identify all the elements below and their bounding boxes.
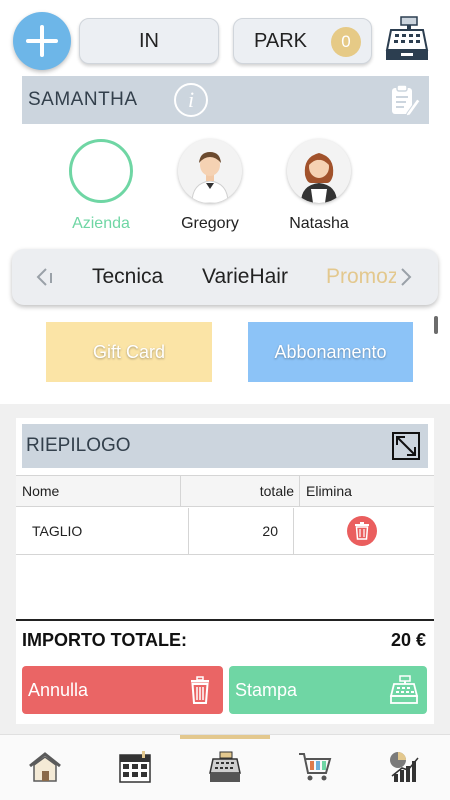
trash-icon	[185, 675, 215, 705]
home-icon[interactable]	[25, 749, 65, 785]
in-button[interactable]: IN	[79, 18, 219, 64]
category-item[interactable]: Tecnica	[92, 265, 163, 289]
clipboard-icon[interactable]	[387, 83, 421, 117]
avatar	[178, 139, 242, 203]
add-button[interactable]	[13, 12, 71, 70]
info-icon[interactable]: i	[174, 83, 208, 117]
category-carousel[interactable]: Tecnica VarieHair Promoz	[12, 249, 438, 305]
avatar	[287, 139, 351, 203]
stats-icon[interactable]	[385, 749, 425, 785]
staff-label: Gregory	[181, 215, 239, 232]
cash-register-icon[interactable]	[383, 14, 431, 64]
chevron-left-icon[interactable]	[34, 265, 54, 289]
category-item[interactable]: VarieHair	[202, 265, 288, 289]
avatar	[69, 139, 133, 203]
column-divider	[180, 476, 181, 506]
column-header-name: Nome	[22, 483, 60, 499]
staff-label: Natasha	[289, 215, 349, 232]
client-header: SAMANTHA i	[22, 76, 429, 124]
print-button[interactable]: Stampa	[229, 666, 427, 714]
cash-register-icon[interactable]	[205, 749, 245, 785]
summary-header: RIEPILOGO	[22, 424, 428, 468]
top-bar: IN PARK 0	[0, 0, 450, 78]
scrollbar[interactable]	[434, 316, 438, 334]
cancel-label: Annulla	[28, 679, 89, 700]
column-header-total: totale	[259, 483, 294, 499]
calendar-icon[interactable]	[115, 749, 155, 785]
park-count-badge: 0	[331, 27, 361, 57]
total-divider	[16, 619, 434, 621]
cash-register-icon	[389, 675, 419, 705]
subscription-button[interactable]: Abbonamento	[248, 322, 413, 382]
table-header: Nome totale Elimina	[16, 475, 434, 507]
row-total: 20	[262, 523, 278, 539]
row-name: TAGLIO	[32, 523, 83, 539]
client-name: SAMANTHA	[28, 89, 138, 110]
staff-azienda[interactable]: Azienda	[61, 139, 141, 233]
staff-label: Azienda	[72, 215, 130, 232]
staff-gregory[interactable]: Gregory	[170, 139, 250, 233]
cancel-button[interactable]: Annulla	[22, 666, 223, 714]
table-row: TAGLIO 20	[16, 508, 434, 555]
active-tab-indicator	[180, 735, 270, 739]
expand-icon[interactable]	[392, 432, 420, 460]
category-item[interactable]: Promoz	[326, 265, 398, 289]
tab-bar	[0, 734, 450, 800]
total-label: IMPORTO TOTALE:	[22, 630, 187, 650]
chevron-right-icon[interactable]	[396, 265, 416, 289]
summary-panel: RIEPILOGO Nome totale Elimina TAGLIO 20	[16, 418, 434, 724]
cart-icon[interactable]	[295, 749, 335, 785]
total-value: 20 €	[390, 630, 426, 650]
column-divider	[188, 508, 189, 554]
summary-title: RIEPILOGO	[26, 435, 131, 456]
staff-natasha[interactable]: Natasha	[279, 139, 359, 233]
gift-card-button[interactable]: Gift Card	[46, 322, 212, 382]
column-divider	[293, 508, 294, 554]
print-label: Stampa	[235, 679, 298, 700]
park-label: PARK	[254, 29, 307, 52]
column-header-delete: Elimina	[306, 483, 352, 499]
column-divider	[299, 476, 300, 506]
park-button[interactable]: PARK 0	[233, 18, 372, 64]
delete-row-button[interactable]	[347, 516, 377, 546]
